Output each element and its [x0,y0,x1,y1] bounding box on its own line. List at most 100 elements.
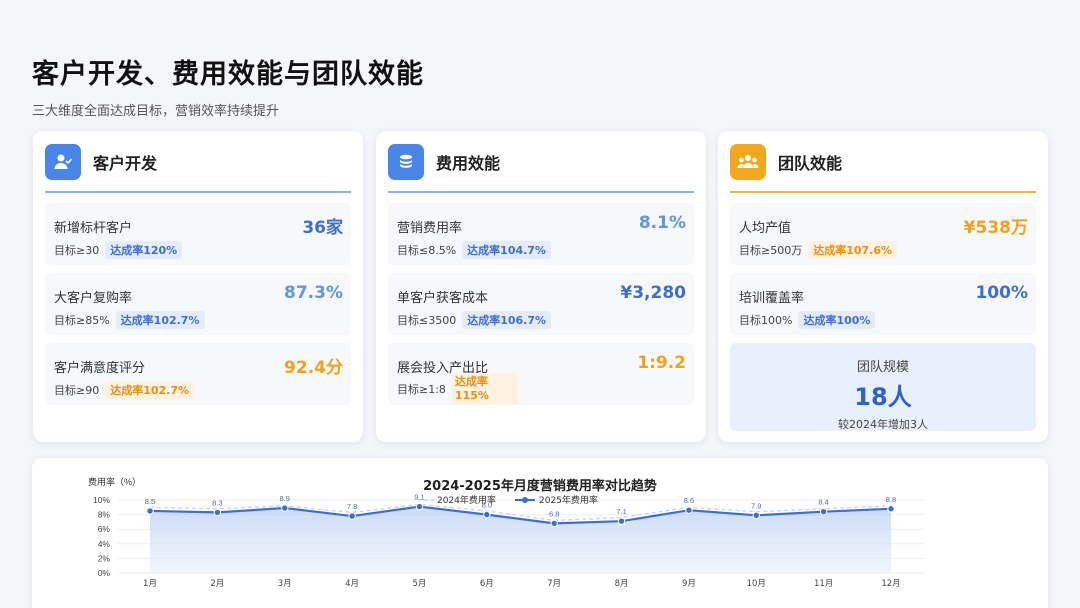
metric-item: 人均产值 ¥538万 目标≥500万 达成率107.6% [730,203,1036,265]
card-header: 团队效能 [730,143,1036,181]
metric-value: 87.3% [284,283,343,303]
x-tick-label: 9月 [682,579,696,589]
y-tick-label: 10% [93,495,110,505]
metric-label: 培训覆盖率 [739,291,805,306]
metric-value: ¥3,280 [620,283,686,303]
coins-icon [388,144,424,180]
metric-item: 培训覆盖率 100% 目标100% 达成率100% [730,273,1036,335]
x-tick-label: 3月 [278,579,292,589]
x-tick-label: 10月 [747,579,766,589]
card-expense-efficiency: 费用效能 营销费用率 8.1% 目标≤8.5% 达成率104.7% 单客户获客成… [376,131,706,442]
metric-item: 客户满意度评分 92.4分 目标≥90 达成率102.7% [45,343,351,405]
metric-value: ¥538万 [963,218,1028,238]
metric-item: 大客户复购率 87.3% 目标≥85% 达成率102.7% [45,273,351,335]
card-title: 费用效能 [436,154,501,173]
target-text: 目标≥30 [54,244,100,257]
data-point [415,502,424,511]
metric-value: 1:9.2 [637,353,686,373]
metric-target: 目标≥500万 达成率107.6% [739,241,898,259]
series-area-2025 [150,506,891,573]
card-title: 团队效能 [778,154,843,173]
trend-chart: 费用率（%） 0% 2% 4% 6% 8% 10% 1月 2月 3月 4月 5月 6月 7月 8月 9月 10月… [88,476,924,589]
x-tick-label: 11月 [814,579,833,589]
x-tick-label: 12月 [881,579,900,589]
achievement-badge: 达成率102.7% [115,311,205,329]
data-label: 8.9 [280,494,290,503]
data-label: 6.8 [549,509,559,518]
metric-target: 目标≥85% 达成率102.7% [54,311,205,329]
data-point [617,517,626,525]
metric-value: 8.1% [638,213,686,233]
target-text: 目标≥90 [54,384,100,397]
metric-target: 目标≥30 达成率120% [54,241,183,259]
metric-label: 大客户复购率 [54,291,133,306]
data-label: 7.9 [751,501,761,510]
y-tick-label: 4% [98,539,111,549]
achievement-badge: 达成率100% [798,311,876,329]
metric-target: 目标≥90 达成率102.7% [54,381,195,399]
data-point [685,506,693,514]
card-divider [730,191,1036,193]
team-size-box: 团队规模 18人 较2024年增加3人 [730,343,1036,431]
card-header: 费用效能 [388,143,694,181]
page-subtitle: 三大维度全面达成目标，营销效率持续提升 [32,104,280,119]
data-point [281,504,289,512]
card-divider [388,191,694,193]
target-text: 目标≤3500 [397,314,457,327]
metric-value: 100% [975,283,1028,303]
data-label: 8.5 [145,497,155,506]
team-icon [730,144,766,180]
metric-label: 客户满意度评分 [54,361,146,376]
team-size-note: 较2024年增加3人 [838,418,928,431]
data-label: 7.8 [347,502,357,511]
x-tick-label: 4月 [345,579,359,589]
data-point [887,505,895,513]
metric-item: 单客户获客成本 ¥3,280 目标≤3500 达成率106.7% [388,273,694,335]
data-point [146,507,154,515]
x-tick-label: 6月 [480,579,494,589]
y-tick-label: 0% [98,568,111,578]
achievement-badge: 达成率120% [105,241,183,259]
metric-target: 目标100% 达成率100% [739,311,876,329]
team-size-label: 团队规模 [856,360,909,375]
data-label: 8.8 [886,495,896,504]
y-axis-label: 费用率（%） [88,476,141,487]
target-text: 目标≤8.5% [397,244,457,257]
achievement-badge: 达成率104.7% [462,241,551,259]
legend-marker-2025 [522,497,528,503]
data-point [348,512,356,520]
data-label: 8.4 [818,498,828,507]
metric-item: 展会投入产出比 1:9.2 目标≥1:8 达成率115% [388,343,694,405]
y-tick-label: 2% [98,553,111,563]
achievement-badge: 达成率115% [451,373,518,405]
legend-label-2024: 2024年费用率 [437,494,496,506]
x-tick-label: 5月 [412,579,426,589]
metric-label: 单客户获客成本 [397,291,489,306]
metric-value: 36家 [302,218,343,238]
data-point [752,511,760,520]
data-point [550,519,558,528]
x-tick-label: 2月 [210,579,224,589]
y-tick-label: 6% [98,524,111,534]
metric-value: 92.4分 [284,358,343,378]
data-label: 8.6 [684,496,694,505]
page-title: 客户开发、费用效能与团队效能 [32,59,424,90]
data-point [213,508,222,517]
metric-label: 人均产值 [739,221,792,236]
card-customer-development: 客户开发 新增标杆客户 36家 目标≥30 达成率120% 大客户复购率 87.… [33,131,363,442]
data-label: 7.1 [616,507,626,516]
achievement-badge: 达成率102.7% [105,381,195,399]
data-point [483,510,491,519]
card-team-efficiency: 团队效能 人均产值 ¥538万 目标≥500万 达成率107.6% 培训覆盖率 … [718,131,1048,442]
achievement-badge: 达成率107.6% [808,241,898,259]
trend-chart-card: 2024-2025年月度营销费用率对比趋势 费用率（%） 0% 2% 4% 6% 8% 10… [32,458,1048,608]
metric-target: 目标≤8.5% 达成率104.7% [397,241,551,259]
y-tick-label: 8% [98,510,111,520]
x-tick-label: 1月 [143,579,157,589]
metric-label: 营销费用率 [397,221,463,236]
data-point [819,507,828,516]
card-divider [45,191,351,193]
target-text: 目标≥500万 [739,244,803,257]
metric-target: 目标≥1:8 达成率115% [397,373,518,405]
data-label: 8.3 [212,498,222,507]
